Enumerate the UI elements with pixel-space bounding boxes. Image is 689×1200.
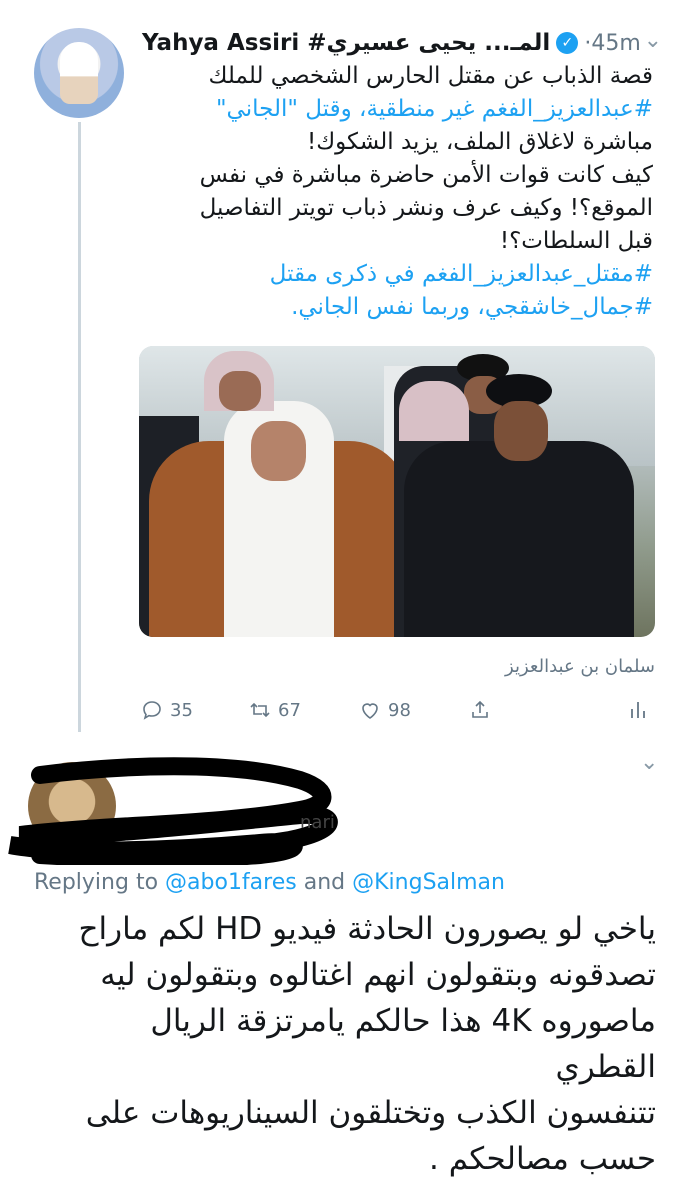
verified-badge-icon: ✓ xyxy=(556,32,579,54)
reply-line: تتنفسون الكذب وتختلقون السيناريوهات على xyxy=(85,1095,656,1131)
tweet-line-hashtag[interactable]: #جمال_خاشقجي، وربما نفس الجاني. xyxy=(150,291,653,324)
tweet-line: كيف كانت قوات الأمن حاضرة مباشرة في نفس xyxy=(199,162,653,188)
tweet-header: Yahya Assiri #المـ... يحيى عسيري ✓ · 45m… xyxy=(142,28,662,58)
reply-icon xyxy=(143,701,161,720)
tweet-time-separator: · xyxy=(584,30,592,56)
replying-to-line: Replying to @abo1fares and @KingSalman xyxy=(34,870,505,895)
reply-author-name-residue: nari xyxy=(300,812,335,833)
tweet-line: الموقع؟! وكيف عرف ونشر ذباب تويتر التفاص… xyxy=(199,195,653,221)
and-label: and xyxy=(303,870,346,895)
like-action[interactable]: 98 xyxy=(358,698,411,722)
analytics-action[interactable] xyxy=(626,698,650,722)
tweet-line-hashtag[interactable]: #مقتل_عبدالعزيز_الفغم في ذكرى مقتل xyxy=(150,258,653,291)
tweet-line-hashtag[interactable]: #عبدالعزيز_الفغم غير منطقية، وقتل "الجان… xyxy=(150,93,653,126)
author-avatar[interactable] xyxy=(34,28,124,118)
retweet-count: 67 xyxy=(278,699,301,721)
mention-link[interactable]: @KingSalman xyxy=(352,870,505,895)
tweet-photo[interactable] xyxy=(139,346,655,637)
mention-link[interactable]: @abo1fares xyxy=(165,870,297,895)
tweet-line: مباشرة لاغلاق الملف، يزيد الشكوك! xyxy=(306,129,653,155)
thread-connector-line xyxy=(78,122,81,732)
chevron-down-icon[interactable]: ⌄ xyxy=(640,750,658,775)
like-count: 98 xyxy=(388,699,411,721)
reply-line: حسب مصالحكم . xyxy=(429,1141,656,1177)
tweet-timestamp[interactable]: 45m xyxy=(591,31,640,56)
tweet-body: قصة الذباب عن مقتل الحارس الشخصي للملك #… xyxy=(150,60,653,324)
analytics-icon xyxy=(631,702,645,718)
reply-line: تصدقونه وبتقولون انهم اغتالوه وبتقولون ل… xyxy=(100,957,656,993)
retweet-action[interactable]: 67 xyxy=(248,698,301,722)
author-name[interactable]: Yahya Assiri #المـ... يحيى عسيري xyxy=(142,30,550,56)
retweet-icon xyxy=(250,702,270,718)
redaction-scribble xyxy=(8,757,338,865)
like-icon xyxy=(362,703,378,719)
tweet-actions-bar: 35 67 98 xyxy=(140,698,660,728)
tweet-line: قصة الذباب عن مقتل الحارس الشخصي للملك xyxy=(208,63,653,89)
reply-count: 35 xyxy=(170,699,193,721)
reply-action[interactable]: 35 xyxy=(140,698,193,722)
share-action[interactable] xyxy=(468,698,492,722)
photo-caption: سلمان بن عبدالعزيز xyxy=(505,656,655,677)
tweet-line: قبل السلطات؟! xyxy=(499,228,653,254)
chevron-down-icon[interactable]: ⌄ xyxy=(644,28,662,53)
reply-line: ماصوروه 4K هذا حالكم يامرتزقة الريال الق… xyxy=(150,1003,656,1085)
replying-to-label: Replying to xyxy=(34,870,159,895)
reply-line: ياخي لو يصورون الحادثة فيديو HD لكم مارا… xyxy=(78,911,656,947)
reply-body: ياخي لو يصورون الحادثة فيديو HD لكم مارا… xyxy=(40,906,656,1182)
share-icon xyxy=(472,700,488,718)
